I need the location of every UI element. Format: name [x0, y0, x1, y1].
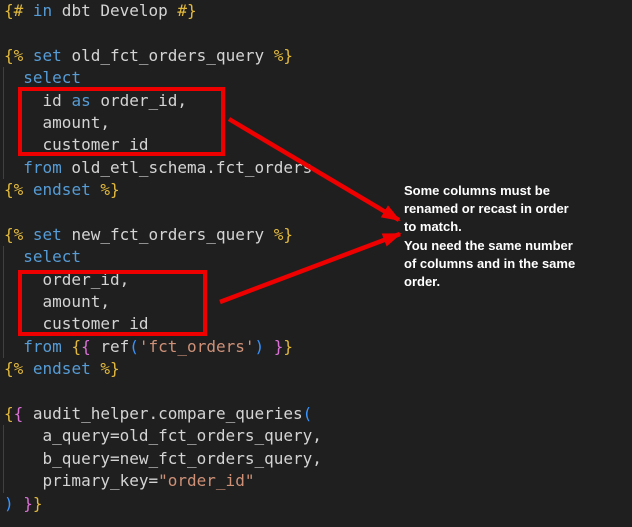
code-token: ): [4, 494, 14, 513]
code-token: primary_key=: [4, 471, 158, 490]
code-token: }: [274, 337, 284, 356]
code-token: dbt Develop: [52, 1, 177, 20]
code-token: [23, 180, 33, 199]
code-line: {{ audit_helper.compare_queries(: [4, 403, 632, 425]
code-token: ref: [91, 337, 130, 356]
code-token: 'fct_orders': [139, 337, 255, 356]
code-line: a_query=old_fct_orders_query,: [4, 425, 632, 447]
annotation-line: of columns and in the same: [404, 255, 614, 273]
code-token: }: [23, 494, 33, 513]
code-token: endset: [33, 180, 91, 199]
code-token: [4, 68, 23, 87]
code-token: [4, 247, 23, 266]
code-token: [91, 180, 101, 199]
code-line: [4, 22, 632, 44]
code-token: [23, 359, 33, 378]
code-token: from: [23, 158, 62, 177]
code-token: {%: [4, 225, 23, 244]
code-token: [264, 337, 274, 356]
code-token: }: [283, 337, 293, 356]
code-editor[interactable]: {# in dbt Develop #} {% set old_fct_orde…: [0, 0, 632, 527]
highlight-box-old-columns: [18, 87, 225, 156]
code-token: in: [33, 1, 52, 20]
code-token: old_fct_orders_query: [62, 46, 274, 65]
code-token: new_fct_orders_query: [62, 225, 274, 244]
code-line: ) }}: [4, 493, 632, 515]
code-token: [14, 494, 24, 513]
code-token: (: [303, 404, 313, 423]
code-token: {%: [4, 46, 23, 65]
code-token: "order_id": [158, 471, 254, 490]
annotation-line: You need the same number: [404, 237, 614, 255]
code-token: from: [23, 337, 62, 356]
annotation-line: order.: [404, 273, 614, 291]
code-token: [23, 1, 33, 20]
annotation-line: to match.: [404, 218, 614, 236]
code-token: [62, 337, 72, 356]
code-line: b_query=new_fct_orders_query,: [4, 448, 632, 470]
code-token: set: [33, 46, 62, 65]
code-token: {: [4, 404, 14, 423]
code-token: [4, 158, 23, 177]
annotation-line: Some columns must be: [404, 182, 614, 200]
code-token: [4, 337, 23, 356]
code-token: %}: [274, 225, 293, 244]
code-token: old_etl_schema.fct_orders: [62, 158, 312, 177]
code-token: {: [71, 337, 81, 356]
code-token: b_query=new_fct_orders_query,: [4, 449, 322, 468]
code-token: audit_helper.compare_queries: [23, 404, 302, 423]
code-token: set: [33, 225, 62, 244]
code-token: {#: [4, 1, 23, 20]
code-token: [23, 225, 33, 244]
code-token: a_query=old_fct_orders_query,: [4, 426, 322, 445]
code-line: from {{ ref('fct_orders') }}: [4, 336, 632, 358]
code-line: {% endset %}: [4, 358, 632, 380]
code-token: ): [254, 337, 264, 356]
code-token: {: [14, 404, 24, 423]
annotation-note: Some columns must berenamed or recast in…: [404, 182, 614, 291]
code-token: }: [33, 494, 43, 513]
code-token: %}: [100, 359, 119, 378]
code-token: {%: [4, 359, 23, 378]
code-line: [4, 381, 632, 403]
code-token: select: [23, 68, 81, 87]
code-token: {%: [4, 180, 23, 199]
code-token: endset: [33, 359, 91, 378]
code-line: primary_key="order_id": [4, 470, 632, 492]
code-line: {% set old_fct_orders_query %}: [4, 45, 632, 67]
annotation-line: renamed or recast in order: [404, 200, 614, 218]
highlight-box-new-columns: [18, 270, 207, 336]
code-token: %}: [274, 46, 293, 65]
code-token: select: [23, 247, 81, 266]
code-token: #}: [177, 1, 196, 20]
code-token: [23, 46, 33, 65]
code-token: %}: [100, 180, 119, 199]
code-token: (: [129, 337, 139, 356]
code-line: from old_etl_schema.fct_orders: [4, 157, 632, 179]
code-token: [91, 359, 101, 378]
code-token: {: [81, 337, 91, 356]
code-line: {# in dbt Develop #}: [4, 0, 632, 22]
